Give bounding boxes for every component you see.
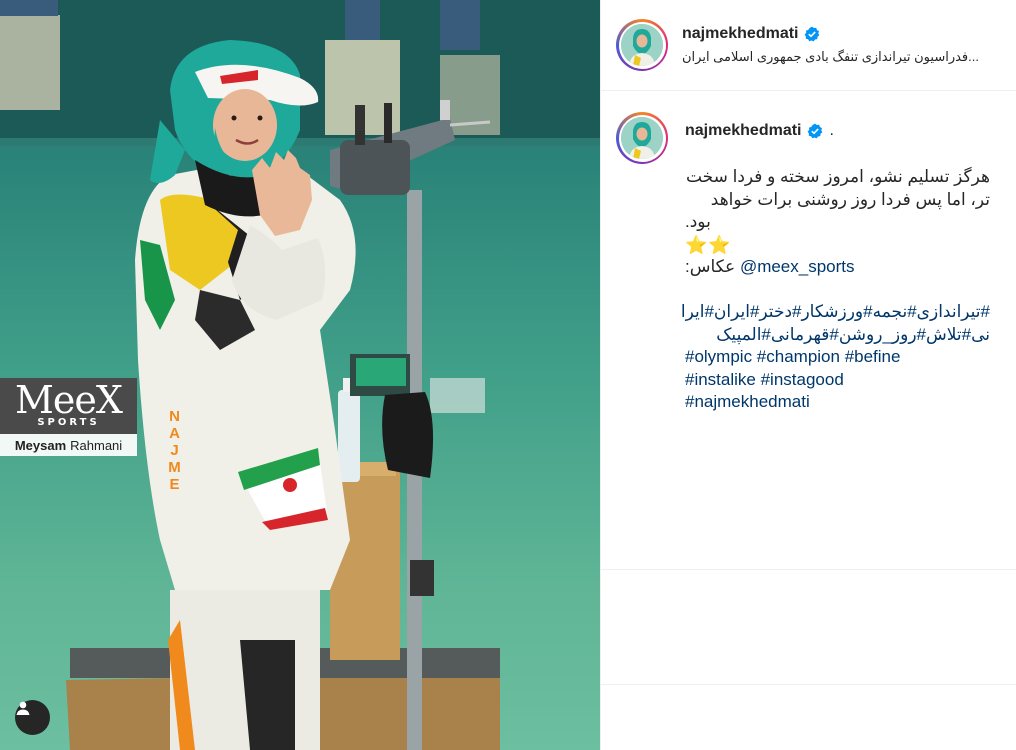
- watermark-logo-block: MeeX SPORTS: [0, 378, 137, 434]
- user-tag-icon: [16, 701, 30, 715]
- watermark-credit-first: Meysam: [14, 437, 67, 453]
- watermark-credit: Meysam Rahmani: [0, 434, 137, 456]
- hashtags-en-2[interactable]: #instalike #instagood: [685, 370, 844, 389]
- post-header: najmekhedmati ...فدراسیون تیراندازی تنفگ…: [601, 0, 1016, 91]
- photo-scene: [0, 0, 600, 750]
- photo-credit-label: :عکاس: [685, 257, 736, 276]
- divider: [601, 684, 1016, 685]
- caption-username-row: najmekhedmati .: [685, 122, 834, 140]
- caption-line: .بود: [685, 212, 711, 231]
- star-emoji-icon: ⭐⭐: [685, 234, 732, 255]
- hashtags-fa-1[interactable]: #تیراندازی#نجمه#ورزشکار#دختر#ایران#ایرا: [681, 302, 990, 321]
- caption-username[interactable]: najmekhedmati: [685, 122, 801, 140]
- post-sidebar: najmekhedmati ...فدراسیون تیراندازی تنفگ…: [600, 0, 1016, 750]
- avatar-portrait: [621, 117, 663, 159]
- photo-credit: :عکاس @meex_sports: [685, 256, 990, 279]
- hashtags-en-1[interactable]: #olympic #champion #befine: [685, 347, 900, 366]
- verified-badge-icon: [805, 26, 820, 42]
- sleeve-name-text: NAJME: [164, 408, 184, 499]
- caption-avatar[interactable]: [616, 112, 668, 164]
- photo-watermark: MeeX SPORTS Meysam Rahmani: [0, 378, 137, 456]
- caption-line: هرگز تسلیم نشو، امروز سخته و فردا سخت: [685, 167, 990, 186]
- header-username[interactable]: najmekhedmati: [682, 25, 798, 43]
- divider: [601, 569, 1016, 570]
- watermark-logo: MeeX: [15, 378, 123, 422]
- post-photo[interactable]: NAJME MeeX SPORTS Meysam Rahmani: [0, 0, 600, 750]
- caption-text: هرگز تسلیم نشو، امروز سخته و فردا سخت تر…: [681, 166, 990, 414]
- header-avatar[interactable]: [616, 19, 668, 71]
- post-location[interactable]: ...فدراسیون تیراندازی تنفگ بادی جمهوری ا…: [682, 49, 998, 65]
- watermark-sub: SPORTS: [37, 417, 100, 428]
- caption-dot: .: [829, 122, 834, 139]
- sleeve-name: NAJME: [166, 408, 183, 493]
- avatar-image: [621, 24, 663, 66]
- user-tag-button[interactable]: [15, 700, 50, 735]
- caption-line: تر، اما پس فردا روز روشنی برات خواهد: [710, 189, 990, 209]
- watermark-credit-last: Rahmani: [70, 437, 123, 453]
- photo-credit-mention[interactable]: @meex_sports: [740, 257, 855, 276]
- hashtags-fa-2[interactable]: نی#تلاش#روز_روشن#قهرمانی#المپیک: [716, 325, 990, 344]
- avatar-portrait: [621, 24, 663, 66]
- hashtags-en-3[interactable]: #najmekhedmati: [685, 392, 810, 411]
- verified-badge-icon: [808, 123, 823, 139]
- avatar-image: [621, 117, 663, 159]
